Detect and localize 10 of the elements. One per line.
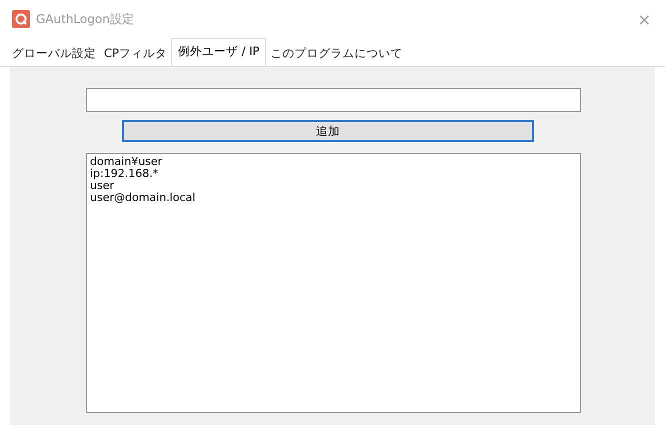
tab[interactable]: 例外ユーザ / IP [170,38,266,66]
entry-field[interactable] [86,88,581,112]
list-item[interactable]: domain¥user [90,156,577,168]
app-logo-icon [12,10,30,28]
exception-list[interactable]: domain¥user ip:192.168.* user user@domain.local [86,153,581,413]
list-item[interactable]: ip:192.168.* [90,168,577,180]
list-item[interactable]: user [90,180,577,192]
add-button[interactable]: 追加 [122,120,534,142]
window-title: GAuthLogon設定 [36,10,135,28]
list-item[interactable]: user@domain.local [90,192,577,204]
